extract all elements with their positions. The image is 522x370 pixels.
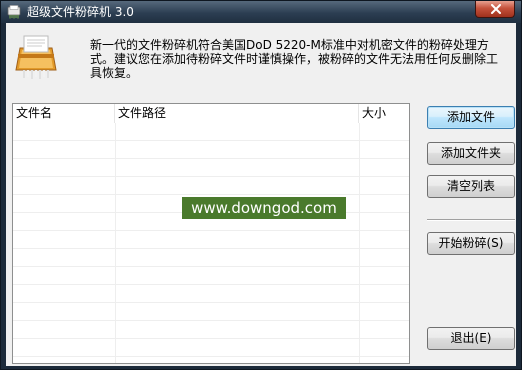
- button-separator: [427, 219, 515, 221]
- file-list-body[interactable]: [13, 123, 409, 363]
- column-divider: [359, 123, 360, 363]
- title-bar[interactable]: 超级文件粉碎机 3.0: [1, 1, 521, 23]
- description-text: 新一代的文件粉碎机符合美国DoD 5220-M标准中对机密文件的粉碎处理方式。建…: [90, 38, 499, 80]
- column-divider: [115, 123, 116, 363]
- column-header-filename[interactable]: 文件名: [13, 104, 115, 123]
- add-file-button[interactable]: 添加文件: [427, 106, 515, 129]
- column-header-filepath[interactable]: 文件路径: [115, 104, 359, 123]
- start-shred-button[interactable]: 开始粉碎(S): [427, 232, 515, 255]
- start-shred-label: 开始粉碎(S): [438, 236, 504, 250]
- add-folder-label: 添加文件夹: [440, 146, 501, 160]
- file-list[interactable]: 文件名 文件路径 大小: [12, 103, 410, 364]
- window-title: 超级文件粉碎机 3.0: [27, 5, 134, 19]
- add-folder-button[interactable]: 添加文件夹: [427, 142, 515, 165]
- main-panel: 新一代的文件粉碎机符合美国DoD 5220-M标准中对机密文件的粉碎处理方式。建…: [6, 23, 516, 366]
- app-window: 超级文件粉碎机 3.0 新一代的文件粉碎机符合美国DoD 5220-M标准中对机…: [0, 0, 522, 370]
- close-icon: [491, 4, 501, 14]
- exit-label: 退出(E): [450, 331, 492, 345]
- app-shredder-icon: [7, 5, 21, 19]
- shredder-logo-icon: [15, 35, 57, 79]
- add-file-label: 添加文件: [446, 110, 495, 124]
- clear-list-label: 清空列表: [446, 179, 495, 193]
- watermark-text: www.downgod.com: [182, 197, 346, 219]
- close-button[interactable]: [475, 1, 515, 18]
- clear-list-button[interactable]: 清空列表: [427, 175, 515, 198]
- file-list-header: 文件名 文件路径 大小: [13, 104, 409, 124]
- exit-button[interactable]: 退出(E): [427, 327, 515, 350]
- column-header-size[interactable]: 大小: [359, 104, 409, 123]
